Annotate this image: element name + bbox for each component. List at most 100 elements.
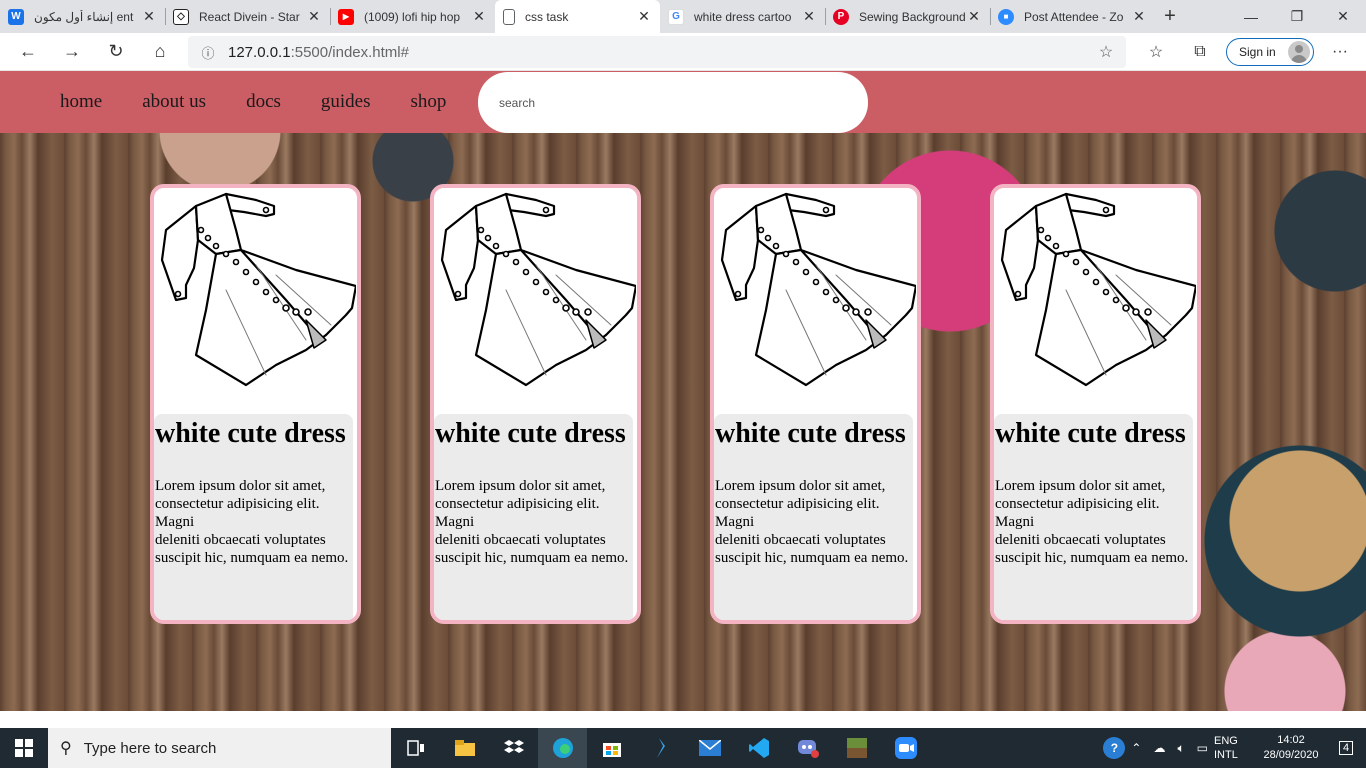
- browser-tab[interactable]: ■ Post Attendee - Zo ✕: [990, 0, 1155, 33]
- card-body: white cute dress Lorem ipsum dolor sit a…: [154, 414, 353, 620]
- help-icon[interactable]: ?: [1103, 737, 1126, 759]
- browser-tab[interactable]: W إنشاء أول مكون ent ✕: [0, 0, 165, 33]
- card-body: white cute dress Lorem ipsum dolor sit a…: [714, 414, 913, 620]
- close-tab-icon[interactable]: ✕: [471, 8, 487, 25]
- search-input[interactable]: [478, 72, 868, 133]
- new-tab-icon[interactable]: +: [1155, 0, 1185, 33]
- favorites-icon[interactable]: ☆: [1134, 33, 1178, 71]
- clock[interactable]: 14:02 28/09/2020: [1256, 733, 1326, 763]
- windows-start-icon[interactable]: [0, 728, 48, 768]
- card-title: white cute dress: [155, 418, 346, 449]
- dress-illustration: [160, 192, 356, 387]
- product-card: white cute dress Lorem ipsum dolor sit a…: [990, 184, 1201, 624]
- pinterest-icon: P: [833, 8, 849, 25]
- codepen-icon: ◇: [173, 8, 189, 25]
- dress-image: [714, 188, 917, 414]
- browser-tabstrip: W إنشاء أول مكون ent ✕ ◇ React Divein - …: [0, 0, 1366, 33]
- youtube-icon: ▶: [338, 8, 354, 25]
- window-controls: — ❐ ✕: [1228, 0, 1366, 33]
- card-description: Lorem ipsum dolor sit amet, consectetur …: [995, 478, 1189, 566]
- close-tab-icon[interactable]: ✕: [141, 8, 157, 25]
- nav-link-shop[interactable]: shop: [411, 91, 447, 113]
- product-card: white cute dress Lorem ipsum dolor sit a…: [150, 184, 361, 624]
- url-text: 127.0.0.1:5500/index.html#: [228, 44, 1086, 61]
- browser-toolbar: ← → ↻ ⌂ ⓘ 127.0.0.1:5500/index.html# ☆ ☆…: [0, 33, 1366, 71]
- language-indicator[interactable]: ENG INTL: [1214, 734, 1256, 762]
- store-icon[interactable]: [587, 728, 636, 768]
- url-host: 127.0.0.1: [228, 43, 291, 61]
- google-icon: G: [668, 8, 684, 25]
- close-tab-icon[interactable]: ✕: [1131, 8, 1147, 25]
- dress-image: [154, 188, 357, 414]
- windows-taskbar: ⚲ Type here to search ? ⌃ ☁ 🔈︎ ▭ ENG INT…: [0, 728, 1366, 768]
- system-tray: ? ⌃ ☁ 🔈︎ ▭ ENG INTL 14:02 28/09/2020 4: [1103, 728, 1366, 768]
- card-description: Lorem ipsum dolor sit amet, consectetur …: [715, 478, 909, 566]
- clock-date: 28/09/2020: [1263, 749, 1319, 761]
- notification-count: 4: [1338, 741, 1354, 755]
- nav-link-docs[interactable]: docs: [246, 91, 281, 113]
- browser-tab-active[interactable]: css task ✕: [495, 0, 660, 33]
- site-navbar: home about us docs guides shop: [0, 71, 1366, 133]
- back-arrow-icon[interactable]: ←: [6, 33, 50, 71]
- more-options-icon[interactable]: ···: [1318, 33, 1362, 71]
- nav-link-home[interactable]: home: [60, 91, 102, 113]
- tab-title: Post Attendee - Zo: [1024, 9, 1124, 24]
- close-tab-icon[interactable]: ✕: [636, 8, 652, 25]
- network-icon[interactable]: ☁: [1147, 741, 1171, 755]
- taskbar-search[interactable]: ⚲ Type here to search: [48, 728, 391, 768]
- close-tab-icon[interactable]: ✕: [306, 8, 322, 25]
- discord-icon[interactable]: [783, 728, 832, 768]
- refresh-icon[interactable]: ↻: [94, 33, 138, 71]
- chevron-up-icon[interactable]: ⌃: [1125, 741, 1147, 755]
- tab-title: إنشاء أول مكون ent: [34, 9, 134, 24]
- collections-icon[interactable]: ⧉: [1178, 33, 1222, 71]
- favorite-star-icon[interactable]: ☆: [1086, 42, 1126, 62]
- dress-image: [434, 188, 637, 414]
- forward-arrow-icon[interactable]: →: [50, 33, 94, 71]
- close-window-icon[interactable]: ✕: [1320, 0, 1366, 33]
- language-code: ENG: [1214, 735, 1238, 747]
- card-title: white cute dress: [435, 418, 626, 449]
- page-viewport: home about us docs guides shop search wh…: [0, 71, 1366, 711]
- dress-image: [994, 188, 1197, 414]
- zoom-app-icon[interactable]: [881, 728, 930, 768]
- taskbar-search-placeholder: Type here to search: [83, 739, 217, 757]
- close-tab-icon[interactable]: ✕: [801, 8, 817, 25]
- url-path: :5500/index.html#: [290, 43, 409, 61]
- minecraft-icon[interactable]: [832, 728, 881, 768]
- notification-center-icon[interactable]: 4: [1326, 741, 1366, 755]
- azure-icon[interactable]: [636, 728, 685, 768]
- file-explorer-icon[interactable]: [440, 728, 489, 768]
- close-tab-icon[interactable]: ✕: [966, 8, 982, 25]
- bookmark-icon: W: [8, 8, 24, 25]
- browser-tab[interactable]: ◇ React Divein - Star ✕: [165, 0, 330, 33]
- card-body: white cute dress Lorem ipsum dolor sit a…: [434, 414, 633, 620]
- restore-icon[interactable]: ❐: [1274, 0, 1320, 33]
- nav-link-about-us[interactable]: about us: [142, 91, 206, 113]
- dress-illustration: [440, 192, 636, 387]
- dropbox-icon[interactable]: [489, 728, 538, 768]
- task-view-icon[interactable]: [391, 728, 440, 768]
- home-icon[interactable]: ⌂: [138, 33, 182, 71]
- sign-in-label: Sign in: [1239, 45, 1276, 59]
- address-bar[interactable]: ⓘ 127.0.0.1:5500/index.html# ☆: [188, 36, 1126, 68]
- tab-title: Sewing Background: [859, 9, 966, 24]
- nav-link-guides[interactable]: guides: [321, 91, 371, 113]
- minimize-icon[interactable]: —: [1228, 0, 1274, 33]
- browser-tab[interactable]: ▶ (1009) lofi hip hop ✕: [330, 0, 495, 33]
- edge-browser-icon[interactable]: [538, 728, 587, 768]
- card-description: Lorem ipsum dolor sit amet, consectetur …: [435, 478, 629, 566]
- battery-icon[interactable]: ▭: [1191, 741, 1214, 755]
- browser-tab[interactable]: P Sewing Background ✕: [825, 0, 990, 33]
- vscode-icon[interactable]: [734, 728, 783, 768]
- mail-icon[interactable]: [685, 728, 734, 768]
- dress-illustration: [1000, 192, 1196, 387]
- search-icon: ⚲: [60, 740, 72, 757]
- info-icon[interactable]: ⓘ: [188, 43, 228, 62]
- card-body: white cute dress Lorem ipsum dolor sit a…: [994, 414, 1193, 620]
- dress-illustration: [720, 192, 916, 387]
- sign-in-button[interactable]: Sign in: [1226, 38, 1314, 66]
- volume-icon[interactable]: 🔈︎: [1171, 741, 1190, 756]
- browser-tab[interactable]: G white dress cartoo ✕: [660, 0, 825, 33]
- tab-title: (1009) lofi hip hop: [364, 9, 461, 24]
